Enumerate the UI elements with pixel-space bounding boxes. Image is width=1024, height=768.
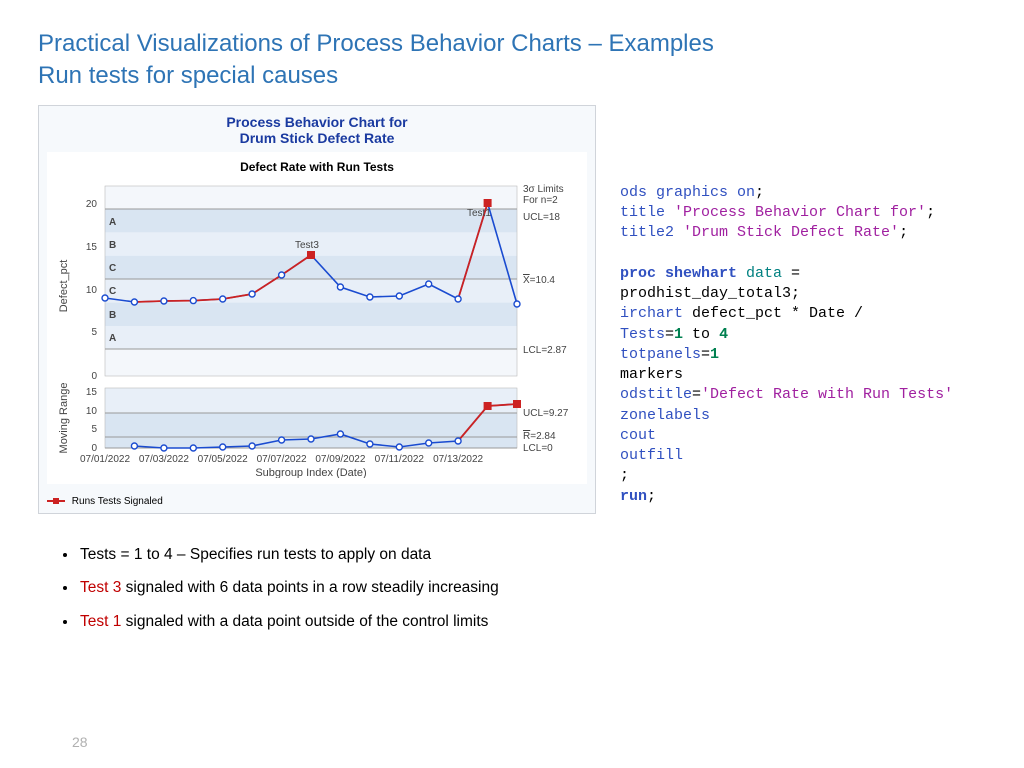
chart-frame: Process Behavior Chart for Drum Stick De… bbox=[38, 105, 596, 514]
list-item: Test 1 signaled with a data point outsid… bbox=[78, 607, 986, 636]
content-row: Process Behavior Chart for Drum Stick De… bbox=[38, 105, 986, 514]
svg-text:UCL=18: UCL=18 bbox=[523, 212, 560, 223]
top-panel: 0 5 10 15 20 A B C C B bbox=[58, 184, 567, 382]
panel-title: Defect Rate with Run Tests bbox=[47, 156, 587, 176]
bottom-panel: 0 5 10 15 UCL=9.27 R=2.84 LCL=0 bbox=[58, 382, 569, 477]
chart-sub-title: Drum Stick Defect Rate bbox=[39, 130, 595, 152]
svg-text:C: C bbox=[109, 263, 116, 274]
code-column: ods graphics on; title 'Process Behavior… bbox=[596, 105, 986, 514]
svg-text:07/03/2022: 07/03/2022 bbox=[139, 454, 189, 465]
svg-text:07/11/2022: 07/11/2022 bbox=[375, 454, 425, 465]
chart-svg: 0 5 10 15 20 A B C C B bbox=[47, 176, 587, 478]
svg-text:Subgroup Index (Date): Subgroup Index (Date) bbox=[255, 467, 366, 478]
svg-text:15: 15 bbox=[86, 242, 98, 253]
svg-text:10: 10 bbox=[86, 406, 98, 417]
svg-text:LCL=0: LCL=0 bbox=[523, 443, 553, 454]
svg-text:0: 0 bbox=[91, 371, 97, 382]
svg-text:UCL=9.27: UCL=9.27 bbox=[523, 408, 569, 419]
page-number: 28 bbox=[72, 734, 88, 750]
svg-text:Moving Range: Moving Range bbox=[58, 382, 70, 453]
svg-text:0: 0 bbox=[91, 443, 97, 454]
svg-text:C: C bbox=[109, 286, 116, 297]
chart-panels: Defect Rate with Run Tests bbox=[47, 152, 587, 484]
slide: Practical Visualizations of Process Beha… bbox=[0, 0, 1024, 768]
square-icon bbox=[47, 497, 65, 505]
svg-text:Defect_pct: Defect_pct bbox=[58, 259, 70, 312]
svg-text:5: 5 bbox=[91, 327, 97, 338]
svg-text:LCL=2.87: LCL=2.87 bbox=[523, 345, 567, 356]
svg-text:B: B bbox=[109, 240, 116, 251]
test1-label: Test1 bbox=[467, 208, 491, 219]
slide-title-2: Run tests for special causes bbox=[38, 60, 986, 92]
svg-text:X=10.4: X=10.4 bbox=[523, 275, 555, 286]
svg-text:5: 5 bbox=[91, 424, 97, 435]
svg-text:3σ Limits: 3σ Limits bbox=[523, 184, 564, 195]
svg-text:R=2.84: R=2.84 bbox=[523, 431, 556, 442]
list-item: Tests = 1 to 4 – Specifies run tests to … bbox=[78, 540, 986, 569]
svg-text:15: 15 bbox=[86, 387, 98, 398]
svg-text:A: A bbox=[109, 217, 116, 228]
chart-column: Process Behavior Chart for Drum Stick De… bbox=[38, 105, 596, 514]
svg-text:07/09/2022: 07/09/2022 bbox=[315, 454, 365, 465]
svg-text:07/13/2022: 07/13/2022 bbox=[433, 454, 483, 465]
slide-title-1: Practical Visualizations of Process Beha… bbox=[38, 28, 986, 60]
list-item: Test 3 signaled with 6 data points in a … bbox=[78, 573, 986, 602]
bullet-list: Tests = 1 to 4 – Specifies run tests to … bbox=[38, 540, 986, 636]
svg-text:07/01/2022: 07/01/2022 bbox=[80, 454, 130, 465]
svg-text:10: 10 bbox=[86, 285, 98, 296]
svg-text:B: B bbox=[109, 310, 116, 321]
chart-main-title: Process Behavior Chart for bbox=[39, 106, 595, 130]
chart-legend: Runs Tests Signaled bbox=[39, 492, 595, 513]
svg-text:07/07/2022: 07/07/2022 bbox=[257, 454, 307, 465]
svg-text:For n=2: For n=2 bbox=[523, 195, 558, 206]
legend-label: Runs Tests Signaled bbox=[72, 496, 163, 507]
svg-text:20: 20 bbox=[86, 199, 98, 210]
svg-text:A: A bbox=[109, 333, 116, 344]
svg-text:07/05/2022: 07/05/2022 bbox=[198, 454, 248, 465]
test3-label: Test3 bbox=[295, 240, 319, 251]
